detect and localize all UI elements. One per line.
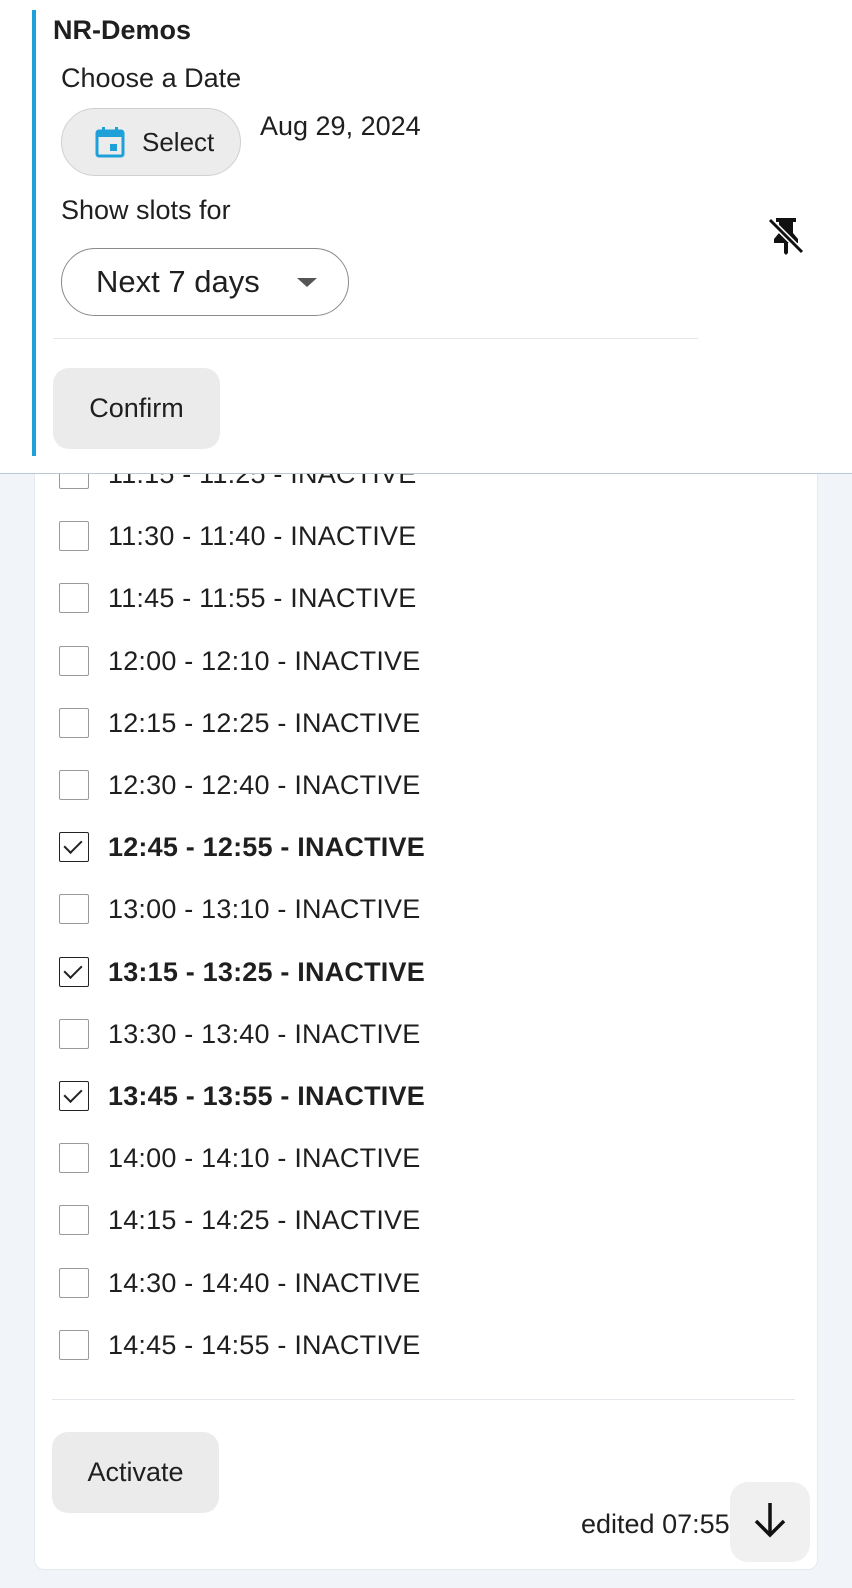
slots-card: 11:15 - 11:25 - INACTIVE11:30 - 11:40 - … (34, 400, 818, 1570)
slot-label: 13:45 - 13:55 - INACTIVE (108, 1080, 425, 1111)
slot-label: 11:30 - 11:40 - INACTIVE (108, 520, 417, 551)
slot-checkbox[interactable] (59, 1330, 89, 1360)
slot-checkbox[interactable] (59, 1019, 89, 1049)
slot-label: 13:30 - 13:40 - INACTIVE (108, 1018, 421, 1049)
slot-label: 12:45 - 12:55 - INACTIVE (108, 831, 425, 862)
slot-row[interactable]: 14:00 - 14:10 - INACTIVE (59, 1138, 420, 1178)
slot-label: 13:15 - 13:25 - INACTIVE (108, 956, 425, 987)
chevron-down-icon (297, 277, 317, 287)
slot-checkbox[interactable] (59, 1268, 89, 1298)
panel-divider (53, 338, 698, 339)
choose-date-label: Choose a Date (61, 63, 242, 93)
slot-row[interactable]: 13:15 - 13:25 - INACTIVE (59, 952, 425, 992)
slot-checkbox-checked[interactable] (59, 832, 89, 862)
date-select-button[interactable]: Select (61, 108, 241, 176)
slot-label: 14:15 - 14:25 - INACTIVE (108, 1204, 421, 1235)
pinned-panel: NR-Demos Choose a Date Select Aug 29, 20… (0, 0, 852, 474)
confirm-button[interactable]: Confirm (53, 368, 220, 449)
slot-label: 12:30 - 12:40 - INACTIVE (108, 769, 421, 800)
slot-row[interactable]: 12:45 - 12:55 - INACTIVE (59, 827, 425, 867)
unpin-icon[interactable] (764, 212, 808, 256)
panel-title: NR-Demos (53, 15, 192, 45)
calendar-icon (95, 126, 125, 158)
slot-checkbox[interactable] (59, 1205, 89, 1235)
slot-checkbox[interactable] (59, 583, 89, 613)
selected-date: Aug 29, 2024 (260, 111, 421, 141)
slot-row[interactable]: 12:00 - 12:10 - INACTIVE (59, 641, 420, 681)
slot-row[interactable]: 13:30 - 13:40 - INACTIVE (59, 1014, 420, 1054)
slot-label: 14:45 - 14:55 - INACTIVE (108, 1329, 421, 1360)
slot-label: 12:15 - 12:25 - INACTIVE (108, 707, 421, 738)
range-dropdown[interactable]: Next 7 days (61, 248, 349, 316)
show-slots-label: Show slots for (61, 195, 231, 225)
slot-row[interactable]: 11:45 - 11:55 - INACTIVE (59, 578, 416, 618)
slot-row[interactable]: 14:30 - 14:40 - INACTIVE (59, 1263, 420, 1303)
date-select-label: Select (142, 126, 215, 157)
slot-row[interactable]: 12:30 - 12:40 - INACTIVE (59, 765, 420, 805)
arrow-down-icon (752, 1500, 788, 1545)
slot-checkbox-checked[interactable] (59, 1081, 89, 1111)
edited-timestamp: edited 07:55 (581, 1509, 730, 1539)
slot-checkbox[interactable] (59, 1143, 89, 1173)
slot-label: 13:00 - 13:10 - INACTIVE (108, 893, 421, 924)
slot-checkbox[interactable] (59, 521, 89, 551)
slot-row[interactable]: 13:45 - 13:55 - INACTIVE (59, 1076, 425, 1116)
slot-label: 11:45 - 11:55 - INACTIVE (108, 582, 417, 613)
slot-checkbox[interactable] (59, 770, 89, 800)
slot-row[interactable]: 13:00 - 13:10 - INACTIVE (59, 889, 420, 929)
range-dropdown-value: Next 7 days (96, 264, 260, 299)
slot-label: 12:00 - 12:10 - INACTIVE (108, 645, 421, 676)
slot-checkbox[interactable] (59, 894, 89, 924)
slot-checkbox[interactable] (59, 708, 89, 738)
slot-row[interactable]: 14:45 - 14:55 - INACTIVE (59, 1325, 420, 1365)
slot-checkbox[interactable] (59, 646, 89, 676)
slot-row[interactable]: 14:15 - 14:25 - INACTIVE (59, 1200, 420, 1240)
accent-bar (32, 10, 36, 456)
scroll-down-button[interactable] (730, 1482, 810, 1562)
slot-label: 14:00 - 14:10 - INACTIVE (108, 1142, 421, 1173)
slot-label: 14:30 - 14:40 - INACTIVE (108, 1267, 421, 1298)
slot-row[interactable]: 11:30 - 11:40 - INACTIVE (59, 516, 416, 556)
activate-button[interactable]: Activate (52, 1432, 219, 1513)
slot-row[interactable]: 12:15 - 12:25 - INACTIVE (59, 703, 420, 743)
slot-checkbox-checked[interactable] (59, 957, 89, 987)
card-divider (52, 1399, 795, 1400)
